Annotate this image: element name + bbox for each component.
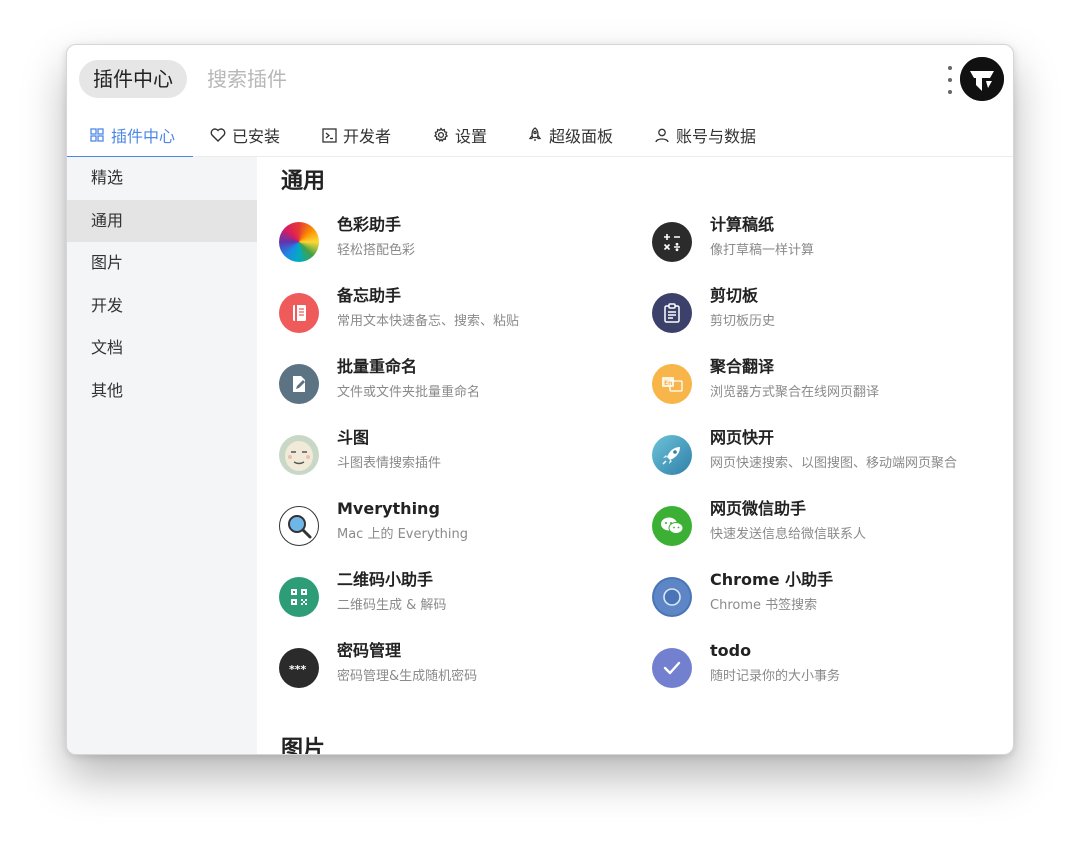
notebook-icon [279, 293, 319, 333]
sidebar-item-development[interactable]: 开发 [67, 285, 257, 328]
plugin-name: 密码管理 [337, 641, 402, 660]
plugin-item[interactable]: 网页微信助手 快速发送信息给微信联系人 [652, 493, 992, 553]
qrcode-icon [279, 577, 319, 617]
plugin-name: Mverything [337, 499, 440, 518]
plugin-description: 随时记录你的大小事务 [710, 669, 841, 684]
search-bar: 插件中心 [67, 45, 1013, 113]
user-icon [654, 127, 670, 143]
plugin-name: todo [710, 641, 752, 660]
dot-icon [948, 78, 952, 82]
calculator-icon [652, 222, 692, 262]
plugin-description: 密码管理&生成随机密码 [337, 669, 478, 684]
app-window: 插件中心 插件中心 [66, 44, 1014, 755]
clipboard-icon [652, 293, 692, 333]
plugin-name: 聚合翻译 [710, 357, 775, 376]
plugin-description: 剪切板历史 [710, 314, 776, 329]
sidebar-item-images[interactable]: 图片 [67, 242, 257, 285]
plugin-name: 批量重命名 [337, 357, 418, 376]
search-scope-tag[interactable]: 插件中心 [79, 60, 187, 98]
translate-icon: En [652, 364, 692, 404]
plugin-name: 色彩助手 [337, 215, 402, 234]
plugin-name: 网页快开 [710, 428, 775, 447]
plugin-description: Mac 上的 Everything [337, 527, 468, 542]
plugin-name: 计算稿纸 [710, 215, 775, 234]
meme-face-icon [279, 435, 319, 475]
color-wheel-icon [279, 222, 319, 262]
magnifier-icon [279, 506, 319, 546]
tab-settings[interactable]: 设置 [433, 113, 487, 157]
plugin-name: 备忘助手 [337, 286, 402, 305]
plugin-list-panel[interactable]: 通用 色彩助手 轻松搭配色彩 计算稿纸 像打草稿一样计算 备忘助手 常用文本快速… [257, 157, 1013, 754]
plugin-description: 浏览器方式聚合在线网页翻译 [710, 385, 880, 400]
plugin-name: 网页微信助手 [710, 499, 807, 518]
plugin-description: 轻松搭配色彩 [337, 243, 416, 258]
heart-icon [210, 127, 226, 143]
plugin-item[interactable]: 色彩助手 轻松搭配色彩 [279, 209, 619, 269]
tab-developer[interactable]: 开发者 [321, 113, 391, 157]
main-tabs: 插件中心 已安装 开发者 设置 超级面板 账号与数据 [67, 113, 1013, 158]
rocket-icon [527, 127, 543, 143]
app-logo-icon[interactable] [960, 57, 1004, 101]
terminal-icon [321, 127, 337, 143]
tab-label: 已安装 [232, 127, 281, 146]
sidebar-item-general[interactable]: 通用 [67, 199, 257, 242]
sidebar-item-featured[interactable]: 精选 [67, 157, 257, 200]
section-title: 图片 [281, 737, 326, 754]
chrome-icon [652, 577, 692, 617]
rocket-launch-icon [652, 435, 692, 475]
plugin-name: Chrome 小助手 [710, 570, 834, 589]
plugin-item[interactable]: En 聚合翻译 浏览器方式聚合在线网页翻译 [652, 351, 992, 411]
sidebar-item-other[interactable]: 其他 [67, 370, 257, 413]
sidebar-item-documents[interactable]: 文档 [67, 327, 257, 370]
plugin-description: 像打草稿一样计算 [710, 243, 815, 258]
plugin-description: 文件或文件夹批量重命名 [337, 385, 481, 400]
plugin-item[interactable]: 网页快开 网页快速搜索、以图搜图、移动端网页聚合 [652, 422, 992, 482]
plugin-item[interactable]: 斗图 斗图表情搜索插件 [279, 422, 619, 482]
plugin-description: 常用文本快速备忘、搜索、粘贴 [337, 314, 520, 329]
plugin-description: 二维码生成 & 解码 [337, 598, 447, 613]
gear-icon [433, 127, 449, 143]
check-icon [652, 648, 692, 688]
plugin-item[interactable]: Chrome 小助手 Chrome 书签搜索 [652, 564, 992, 624]
tab-super-panel[interactable]: 超级面板 [527, 113, 613, 157]
password-icon: *** [279, 648, 319, 688]
svg-text:***: *** [289, 663, 307, 673]
plugin-item[interactable]: 计算稿纸 像打草稿一样计算 [652, 209, 992, 269]
plugin-description: 斗图表情搜索插件 [337, 456, 442, 471]
section-title: 通用 [281, 169, 326, 194]
plugin-name: 剪切板 [710, 286, 759, 305]
rename-icon [279, 364, 319, 404]
dot-icon [948, 66, 952, 70]
tab-label: 设置 [455, 127, 488, 146]
plugin-item[interactable]: 备忘助手 常用文本快速备忘、搜索、粘贴 [279, 280, 619, 340]
plugin-description: 快速发送信息给微信联系人 [710, 527, 867, 542]
plugin-item[interactable]: 批量重命名 文件或文件夹批量重命名 [279, 351, 619, 411]
search-input[interactable] [207, 60, 807, 98]
tab-plugin-center[interactable]: 插件中心 [67, 113, 194, 158]
plugin-item[interactable]: *** 密码管理 密码管理&生成随机密码 [279, 635, 619, 695]
dot-icon [948, 90, 952, 94]
plugin-name: 二维码小助手 [337, 570, 434, 589]
plugin-item[interactable]: 剪切板 剪切板历史 [652, 280, 992, 340]
plugin-description: Chrome 书签搜索 [710, 598, 818, 613]
tab-account-data[interactable]: 账号与数据 [654, 113, 756, 157]
plugin-description: 网页快速搜索、以图搜图、移动端网页聚合 [710, 456, 958, 471]
svg-text:En: En [664, 380, 672, 387]
wechat-icon [652, 506, 692, 546]
tab-installed[interactable]: 已安装 [210, 113, 280, 157]
more-menu-button[interactable] [945, 66, 955, 94]
tab-label: 超级面板 [549, 127, 614, 146]
plugin-item[interactable]: todo 随时记录你的大小事务 [652, 635, 992, 695]
plugin-item[interactable]: Mverything Mac 上的 Everything [279, 493, 619, 553]
category-sidebar: 精选 通用 图片 开发 文档 其他 [67, 157, 257, 754]
tab-label: 开发者 [343, 127, 392, 146]
plugin-item[interactable]: 二维码小助手 二维码生成 & 解码 [279, 564, 619, 624]
grid-icon [89, 127, 105, 143]
tab-label: 账号与数据 [676, 127, 757, 146]
tab-label: 插件中心 [111, 127, 176, 146]
plugin-name: 斗图 [337, 428, 370, 447]
